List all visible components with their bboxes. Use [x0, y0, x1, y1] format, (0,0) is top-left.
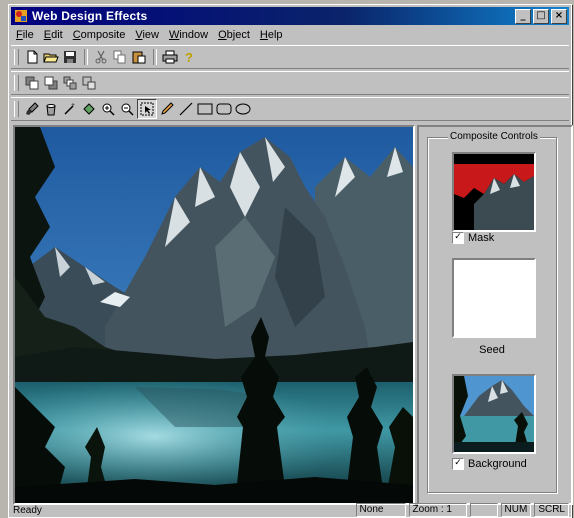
- bucket-tool-icon[interactable]: [42, 100, 60, 118]
- status-num: NUM: [500, 503, 532, 517]
- background-checkbox[interactable]: ✓: [452, 458, 464, 470]
- background-checkbox-row[interactable]: ✓ Background: [452, 458, 527, 470]
- window-title: Web Design Effects: [32, 9, 148, 23]
- status-bar: Ready None Zoom : 1 NUM SCRL: [11, 503, 569, 517]
- seed-thumbnail[interactable]: [452, 258, 536, 338]
- save-disk-icon[interactable]: [61, 48, 79, 66]
- status-text: Ready: [13, 504, 42, 516]
- image-canvas[interactable]: [13, 125, 415, 505]
- paste-clipboard-icon[interactable]: [130, 48, 148, 66]
- rotate-tool-icon[interactable]: [80, 100, 98, 118]
- menu-window[interactable]: Window: [164, 29, 213, 41]
- status-scrl: SCRL: [534, 503, 569, 517]
- ellipse-tool-icon[interactable]: [234, 100, 252, 118]
- background-label: Background: [468, 458, 527, 470]
- cut-scissors-icon[interactable]: [92, 48, 110, 66]
- menu-file[interactable]: File: [11, 29, 39, 41]
- group-title: Composite Controls: [448, 131, 540, 142]
- standard-toolbar: ?: [11, 45, 569, 69]
- copy-icon[interactable]: [111, 48, 129, 66]
- toolbar-grip[interactable]: [14, 75, 19, 91]
- send-to-back-icon[interactable]: [42, 74, 60, 92]
- open-folder-icon[interactable]: [42, 48, 60, 66]
- maximize-button[interactable]: □: [533, 8, 549, 24]
- tools-toolbar: [11, 97, 569, 121]
- background-thumbnail[interactable]: [452, 374, 536, 454]
- toolbar-grip[interactable]: [14, 101, 19, 117]
- status-blank: [469, 503, 498, 517]
- print-icon[interactable]: [161, 48, 179, 66]
- zoom-out-icon[interactable]: [118, 100, 136, 118]
- bring-forward-icon[interactable]: [61, 74, 79, 92]
- mask-checkbox-row[interactable]: ✓ Mask: [452, 232, 494, 244]
- send-backward-icon[interactable]: [80, 74, 98, 92]
- wand-tool-icon[interactable]: [61, 100, 79, 118]
- rectangle-tool-icon[interactable]: [196, 100, 214, 118]
- menu-composite[interactable]: Composite: [68, 29, 131, 41]
- app-window: Web Design Effects _ □ × File Edit Compo…: [8, 4, 573, 518]
- new-file-icon[interactable]: [23, 48, 41, 66]
- pencil-tool-icon[interactable]: [158, 100, 176, 118]
- minimize-button[interactable]: _: [515, 8, 531, 24]
- bring-to-front-icon[interactable]: [23, 74, 41, 92]
- menu-view[interactable]: View: [130, 29, 164, 41]
- menu-object[interactable]: Object: [213, 29, 255, 41]
- svg-text:?: ?: [185, 50, 193, 64]
- rounded-rect-tool-icon[interactable]: [215, 100, 233, 118]
- help-question-icon[interactable]: ?: [180, 48, 198, 66]
- zoom-in-icon[interactable]: [99, 100, 117, 118]
- menu-bar: File Edit Composite View Window Object H…: [11, 27, 569, 43]
- select-arrow-icon[interactable]: [137, 99, 157, 119]
- title-bar[interactable]: Web Design Effects _ □ ×: [11, 7, 569, 25]
- line-tool-icon[interactable]: [177, 100, 195, 118]
- landscape-image: [15, 127, 413, 503]
- close-button[interactable]: ×: [551, 8, 567, 24]
- mask-checkbox[interactable]: ✓: [452, 232, 464, 244]
- seed-label: Seed: [479, 344, 505, 356]
- toolbar-grip[interactable]: [14, 49, 19, 65]
- mask-thumbnail[interactable]: [452, 152, 536, 232]
- arrange-toolbar: [11, 71, 569, 95]
- app-icon: [15, 10, 27, 22]
- composite-controls-panel: Composite Controls ✓ Mask Seed ✓ Backgro…: [417, 125, 573, 505]
- status-object: None: [355, 503, 406, 517]
- status-zoom: Zoom : 1: [408, 503, 467, 517]
- brush-tool-icon[interactable]: [23, 100, 41, 118]
- composite-controls-group: Composite Controls ✓ Mask Seed ✓ Backgro…: [427, 131, 557, 493]
- menu-edit[interactable]: Edit: [39, 29, 68, 41]
- mask-label: Mask: [468, 232, 495, 244]
- menu-help[interactable]: Help: [255, 29, 288, 41]
